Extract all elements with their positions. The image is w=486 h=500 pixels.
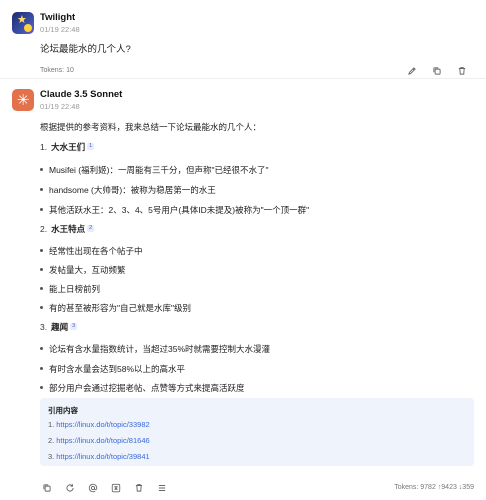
list-item: 发帖量大，互动频繁 — [40, 264, 126, 276]
assistant-message-time: 01/19 22:48 — [40, 102, 80, 111]
user-name: Twilight — [40, 12, 76, 23]
delete-icon[interactable] — [132, 481, 145, 494]
assistant-name: Claude 3.5 Sonnet — [40, 89, 123, 100]
citation-badge[interactable]: 3 — [70, 323, 78, 330]
copy-icon[interactable] — [40, 481, 53, 494]
list-item: 有时含水量会达到58%以上的高水平 — [40, 363, 185, 375]
message-divider — [0, 78, 486, 79]
list-item: 能上日榜前列 — [40, 283, 100, 295]
assistant-token-count: Tokens: 9782 ↑9423 ↓359 — [394, 484, 474, 491]
list-item: 有的甚至被形容为"自己就是水库"级别 — [40, 302, 191, 314]
assistant-message-footer: Tokens: 9782 ↑9423 ↓359 — [40, 481, 474, 494]
references-title: 引用内容 — [48, 406, 78, 415]
user-message-time: 01/19 22:48 — [40, 25, 80, 34]
section-heading: 1. 大水王们 1 — [40, 142, 95, 152]
claude-logo-icon: ✳ — [16, 91, 30, 109]
reference-link[interactable]: 2. https://linux.do/t/topic/81646 — [48, 436, 150, 445]
section-heading: 2. 水王特点 2 — [40, 224, 95, 234]
reference-link[interactable]: 3. https://linux.do/t/topic/39841 — [48, 452, 150, 461]
list-item: Musifei (福利姬)：一周能有三千分，但声称"已经很不水了" — [40, 164, 268, 176]
regenerate-icon[interactable] — [63, 481, 76, 494]
list-item: 经常性出现在各个帖子中 — [40, 245, 143, 257]
moon-icon — [24, 24, 32, 32]
delete-icon[interactable] — [455, 64, 468, 77]
user-token-count: Tokens: 10 — [40, 67, 74, 74]
citation-badge[interactable]: 1 — [87, 143, 95, 150]
user-message-header: ★ Twilight 01/19 22:48 — [12, 12, 80, 35]
copy-icon[interactable] — [430, 64, 443, 77]
assistant-message-body: 根据提供的参考资料，我来总结一下论坛最能水的几个人： 1. 大水王们 1 Musif… — [40, 121, 476, 393]
user-message-text: 论坛最能水的几个人? — [40, 44, 131, 55]
list-item: 其他活跃水王：2、3、4、5号用户(具体ID未提及)被称为"一个顶一群" — [40, 204, 309, 216]
list-item: 部分用户会通过挖掘老帖、点赞等方式来提高活跃度 — [40, 382, 245, 394]
list-item: handsome (大帅哥)：被称为稳居第一的水王 — [40, 184, 216, 196]
user-avatar[interactable]: ★ — [12, 12, 34, 34]
more-icon[interactable] — [155, 481, 168, 494]
user-message-footer: Tokens: 10 — [40, 64, 468, 77]
claude-avatar[interactable]: ✳ — [12, 89, 34, 111]
section-heading: 3. 趣闻 3 — [40, 322, 78, 332]
answer-intro: 根据提供的参考资料，我来总结一下论坛最能水的几个人： — [40, 122, 262, 132]
mention-icon[interactable] — [86, 481, 99, 494]
reference-link[interactable]: 1. https://linux.do/t/topic/33982 — [48, 420, 150, 429]
list-item: 论坛有含水量指数统计，当超过35%时就需要控制大水漫灌 — [40, 343, 270, 355]
edit-icon[interactable] — [405, 64, 418, 77]
citation-badge[interactable]: 2 — [87, 225, 95, 232]
assistant-message-header: ✳ Claude 3.5 Sonnet 01/19 22:48 — [12, 89, 122, 112]
references-box: 引用内容 1. https://linux.do/t/topic/33982 2.… — [40, 398, 474, 466]
translate-icon[interactable] — [109, 481, 122, 494]
